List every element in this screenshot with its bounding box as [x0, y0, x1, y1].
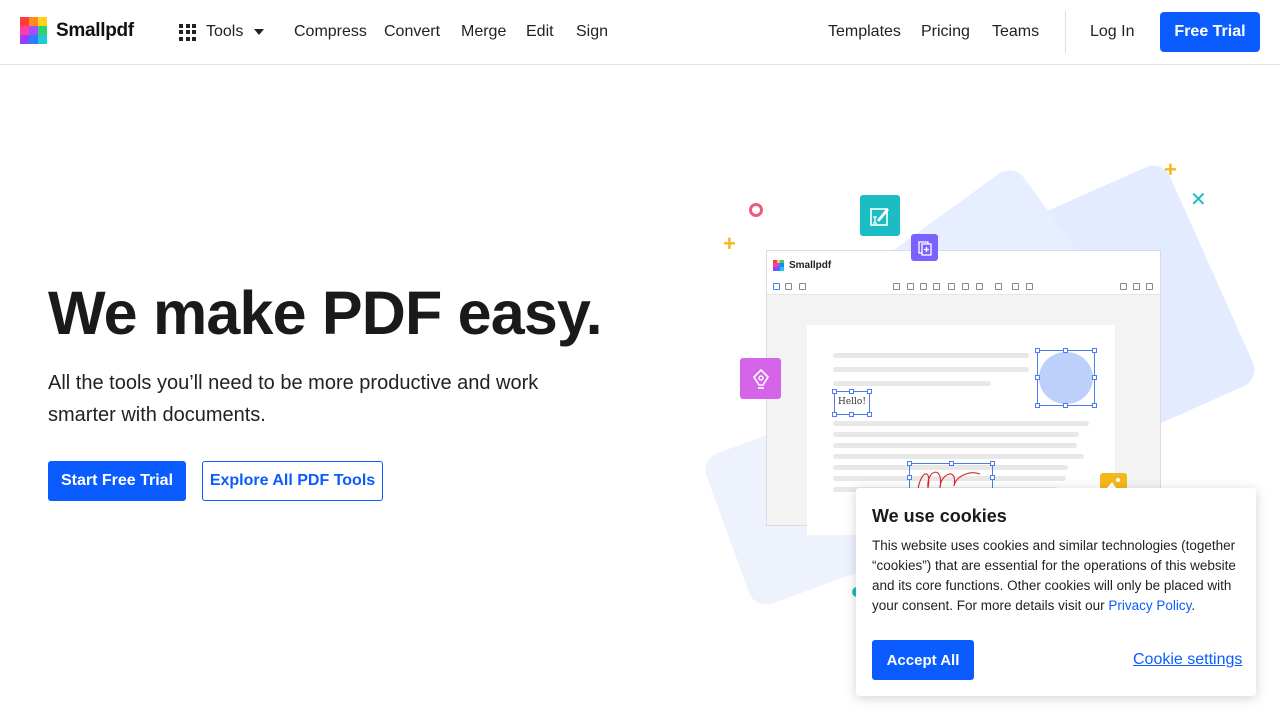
cookie-banner: We use cookies This website uses cookies…	[856, 488, 1256, 696]
hero-subtitle: All the tools you’ll need to be more pro…	[48, 372, 539, 426]
hello-text: Hello!	[838, 397, 866, 407]
toolbar-tool-icon	[1120, 283, 1127, 290]
login-link[interactable]: Log In	[1090, 23, 1134, 41]
mini-logo-icon	[773, 259, 784, 271]
tools-menu-button[interactable]: Tools	[179, 20, 265, 44]
toolbar-tool-icon	[799, 283, 806, 290]
nav-edit[interactable]: Edit	[526, 23, 554, 41]
nav-sign[interactable]: Sign	[576, 23, 608, 41]
toolbar-tool-icon	[1012, 283, 1019, 290]
pink-ring-icon	[749, 203, 763, 217]
cookie-settings-link[interactable]: Cookie settings	[1133, 651, 1242, 669]
toolbar-tool-icon	[785, 283, 792, 290]
toolbar-tool-icon	[976, 283, 983, 290]
text-line	[833, 367, 1029, 372]
edit-pdf-icon	[860, 195, 900, 236]
text-line	[833, 432, 1079, 437]
tools-label: Tools	[206, 23, 244, 40]
shape-annotation-box	[1035, 348, 1097, 408]
copy-pages-icon	[911, 234, 938, 261]
toolbar-tool-icon	[1026, 283, 1033, 290]
toolbar-tool-icon	[920, 283, 927, 290]
text-line	[833, 454, 1084, 459]
header-divider	[1065, 11, 1066, 53]
cookie-body-end: .	[1191, 598, 1196, 613]
app-brand: Smallpdf	[789, 259, 832, 271]
app-toolbar	[767, 279, 1160, 295]
toolbar-tool-icon	[773, 283, 780, 290]
accept-all-button[interactable]: Accept All	[872, 640, 974, 680]
hero-title: We make PDF easy.	[48, 279, 603, 347]
text-line	[833, 353, 1029, 358]
toolbar-tool-icon	[995, 283, 1002, 290]
app-grid-icon	[179, 23, 196, 41]
nav-teams[interactable]: Teams	[992, 23, 1039, 41]
yellow-plus-icon-top: +	[1164, 157, 1177, 182]
smallpdf-logo-icon	[20, 17, 47, 44]
caret-down-icon	[254, 29, 265, 35]
sign-pen-icon	[740, 358, 781, 399]
app-titlebar: Smallpdf	[767, 251, 1160, 279]
cookie-body: This website uses cookies and similar te…	[872, 536, 1242, 616]
toolbar-tool-icon	[1146, 283, 1153, 290]
text-line	[833, 381, 991, 386]
toolbar-tool-icon	[962, 283, 969, 290]
nav-pricing[interactable]: Pricing	[921, 23, 970, 41]
toolbar-tool-icon	[1133, 283, 1140, 290]
circle-shape	[1039, 352, 1093, 404]
yellow-plus-icon: +	[723, 231, 736, 256]
toolbar-tool-icon	[948, 283, 955, 290]
explore-tools-button[interactable]: Explore All PDF Tools	[202, 461, 383, 501]
privacy-policy-link[interactable]: Privacy Policy	[1108, 598, 1191, 613]
text-line	[833, 443, 1077, 448]
logo[interactable]: Smallpdf	[20, 17, 134, 44]
toolbar-tool-icon	[893, 283, 900, 290]
toolbar-tool-icon	[933, 283, 940, 290]
teal-x-icon: ✕	[1190, 189, 1207, 211]
toolbar-tool-icon	[907, 283, 914, 290]
site-header: Smallpdf Tools Compress Convert Merge Ed…	[0, 0, 1280, 65]
free-trial-button[interactable]: Free Trial	[1160, 12, 1260, 52]
cookie-title: We use cookies	[872, 506, 1007, 526]
nav-convert[interactable]: Convert	[384, 23, 440, 41]
nav-templates[interactable]: Templates	[828, 23, 901, 41]
start-free-trial-button[interactable]: Start Free Trial	[48, 461, 186, 501]
text-line	[833, 421, 1089, 426]
nav-merge[interactable]: Merge	[461, 23, 506, 41]
nav-compress[interactable]: Compress	[294, 23, 367, 41]
signature-box	[907, 461, 995, 491]
brand-name: Smallpdf	[56, 19, 134, 41]
text-annotation-box: Hello!	[832, 389, 872, 417]
